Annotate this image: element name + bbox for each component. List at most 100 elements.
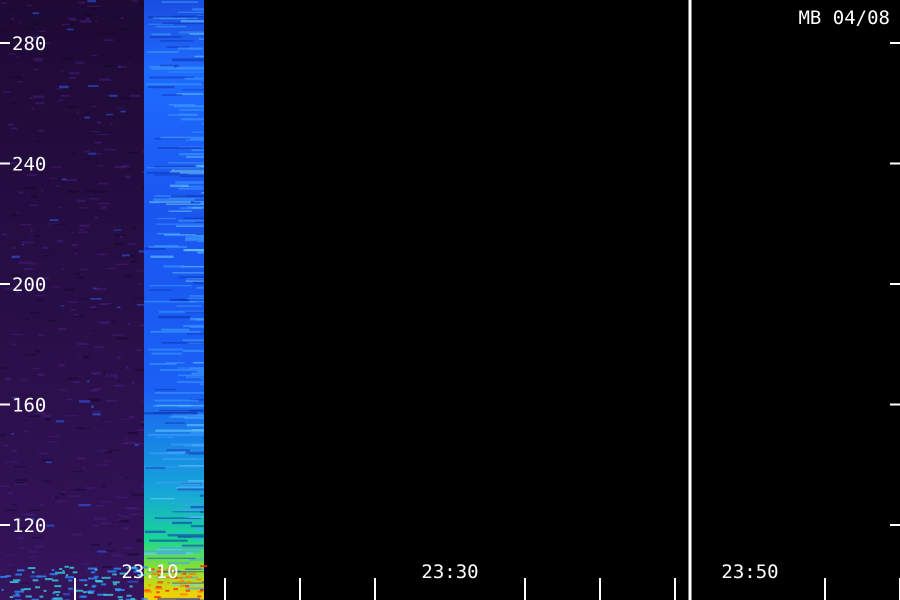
texture-streak xyxy=(39,456,41,458)
texture-streak xyxy=(103,593,114,596)
texture-streak xyxy=(95,504,104,507)
texture-streak xyxy=(77,231,88,234)
texture-streak xyxy=(27,556,39,558)
texture-streak xyxy=(38,30,46,32)
texture-streak xyxy=(103,460,110,462)
texture-streak xyxy=(141,423,144,426)
texture-streak xyxy=(35,140,42,143)
texture-streak xyxy=(116,337,128,340)
texture-streak xyxy=(177,488,204,491)
texture-streak xyxy=(192,8,204,11)
texture-streak xyxy=(125,507,138,510)
texture-streak xyxy=(62,491,67,494)
texture-streak xyxy=(150,330,201,333)
texture-streak xyxy=(81,428,91,430)
texture-streak xyxy=(190,318,204,320)
texture-streak xyxy=(62,267,64,271)
texture-streak xyxy=(192,362,204,364)
texture-streak xyxy=(101,485,106,487)
texture-streak xyxy=(185,237,204,241)
texture-streak xyxy=(104,64,114,67)
texture-streak xyxy=(143,174,144,176)
texture-streak xyxy=(44,578,53,581)
y-tick-label: 120 xyxy=(12,515,46,537)
texture-streak xyxy=(94,141,102,144)
texture-streak xyxy=(56,240,63,243)
texture-streak xyxy=(183,324,204,328)
texture-streak xyxy=(143,6,144,9)
texture-streak xyxy=(24,186,37,189)
texture-streak xyxy=(173,588,178,591)
texture-streak xyxy=(77,511,79,514)
texture-streak xyxy=(91,410,103,413)
texture-streak xyxy=(125,175,131,178)
texture-streak xyxy=(97,121,102,124)
texture-streak xyxy=(98,182,109,185)
texture-streak xyxy=(101,322,110,325)
texture-streak xyxy=(30,96,33,99)
texture-streak xyxy=(11,333,23,336)
texture-streak xyxy=(31,107,35,110)
texture-streak xyxy=(181,118,204,121)
texture-streak xyxy=(126,476,129,478)
texture-streak xyxy=(175,66,204,69)
texture-streak xyxy=(122,442,128,445)
texture-streak xyxy=(90,105,97,108)
texture-streak xyxy=(69,566,75,569)
texture-streak xyxy=(100,424,103,427)
texture-streak xyxy=(178,374,204,377)
texture-streak xyxy=(117,519,121,521)
texture-streak xyxy=(18,261,30,264)
texture-streak xyxy=(31,571,35,574)
texture-streak xyxy=(78,1,86,4)
texture-streak xyxy=(10,127,18,130)
texture-streak xyxy=(20,223,32,226)
texture-streak xyxy=(179,152,204,156)
texture-streak xyxy=(171,15,204,18)
texture-streak xyxy=(121,97,131,100)
texture-streak xyxy=(48,589,52,591)
texture-streak xyxy=(94,288,107,291)
texture-streak xyxy=(94,575,99,578)
texture-streak xyxy=(201,567,204,571)
texture-streak xyxy=(186,581,192,584)
texture-streak xyxy=(119,235,124,238)
texture-streak xyxy=(185,568,204,571)
texture-streak xyxy=(140,420,144,424)
texture-streak xyxy=(197,240,204,243)
texture-streak xyxy=(92,413,101,416)
texture-streak xyxy=(104,148,117,151)
texture-streak xyxy=(48,440,58,443)
texture-streak xyxy=(200,565,208,568)
texture-streak xyxy=(108,374,110,378)
texture-streak xyxy=(15,573,22,576)
texture-streak xyxy=(172,415,204,418)
texture-streak xyxy=(178,486,204,489)
texture-streak xyxy=(56,593,59,596)
texture-streak xyxy=(131,493,144,497)
texture-streak xyxy=(127,242,136,245)
texture-streak xyxy=(65,179,78,182)
texture-streak xyxy=(148,584,151,587)
texture-streak xyxy=(70,308,77,311)
texture-streak xyxy=(185,280,204,282)
texture-streak xyxy=(185,585,190,588)
texture-streak xyxy=(58,206,62,209)
texture-streak xyxy=(180,20,204,23)
texture-streak xyxy=(148,433,204,437)
texture-streak xyxy=(186,333,204,335)
texture-streak xyxy=(20,379,28,381)
texture-streak xyxy=(105,421,114,423)
texture-streak xyxy=(0,2,7,4)
texture-streak xyxy=(113,376,119,379)
texture-streak xyxy=(4,461,8,463)
texture-streak xyxy=(79,224,90,228)
texture-streak xyxy=(49,219,59,222)
texture-streak xyxy=(183,217,204,220)
texture-streak xyxy=(0,485,10,487)
texture-streak xyxy=(64,565,69,568)
texture-streak xyxy=(203,228,204,230)
texture-streak xyxy=(68,77,77,80)
texture-streak xyxy=(29,204,39,206)
texture-streak xyxy=(100,501,112,503)
